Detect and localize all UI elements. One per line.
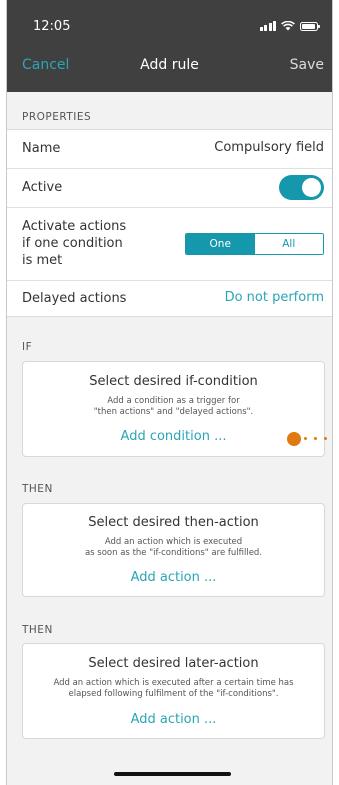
active-row: Active bbox=[7, 169, 332, 207]
then-desc-line-2: as soon as the "if-conditions" are fulfi… bbox=[84, 548, 263, 558]
if-desc-line-1: Add a condition as a trigger for bbox=[107, 396, 240, 406]
trail-dot-icon bbox=[314, 437, 317, 440]
add-then-action-link[interactable]: Add action ... bbox=[23, 570, 324, 585]
home-indicator[interactable] bbox=[114, 772, 231, 776]
trail-dot-icon bbox=[304, 437, 307, 440]
later-card-title: Select desired later-action bbox=[88, 656, 259, 671]
if-card-description: Add a condition as a trigger for "then a… bbox=[29, 396, 318, 418]
add-later-action-link[interactable]: Add action ... bbox=[23, 712, 324, 727]
if-card-title: Select desired if-condition bbox=[89, 374, 258, 389]
toggle-knob bbox=[302, 178, 321, 197]
active-label: Active bbox=[22, 180, 63, 195]
later-card-description: Add an action which is executed after a … bbox=[29, 678, 318, 700]
battery-icon bbox=[300, 22, 320, 31]
name-label: Name bbox=[22, 141, 61, 156]
then-action-card: Select desired then-action Add an action… bbox=[22, 503, 325, 597]
later-section-title: THEN bbox=[22, 624, 53, 636]
drag-handle-dot-icon[interactable] bbox=[287, 432, 301, 446]
later-desc-line-2: elapsed following fulfilment of the "if-… bbox=[68, 689, 279, 699]
then-card-title: Select desired then-action bbox=[88, 515, 259, 530]
properties-group: Name Compulsory field Active Activate ac… bbox=[7, 129, 332, 317]
if-section-title: IF bbox=[22, 341, 33, 353]
active-toggle[interactable] bbox=[279, 175, 324, 200]
activate-label-line-2: if one condition bbox=[22, 236, 123, 251]
trail-dot-icon bbox=[324, 437, 327, 440]
activate-label-line-1: Activate actions bbox=[22, 219, 127, 234]
name-row[interactable]: Name Compulsory field bbox=[7, 130, 332, 168]
then-section-title: THEN bbox=[22, 483, 53, 495]
signal-icon bbox=[259, 21, 276, 31]
activate-label-line-3: is met bbox=[22, 253, 63, 268]
activate-actions-row: Activate actions if one condition is met… bbox=[7, 208, 332, 280]
status-time: 12:05 bbox=[33, 19, 71, 34]
name-value: Compulsory field bbox=[214, 140, 324, 155]
later-desc-line-1: Add an action which is executed after a … bbox=[53, 678, 294, 688]
page-title: Add rule bbox=[140, 57, 199, 73]
save-button[interactable]: Save bbox=[290, 57, 324, 73]
if-condition-card: Select desired if-condition Add a condit… bbox=[22, 361, 325, 457]
status-icons bbox=[259, 21, 320, 31]
header-bar: 12:05 Cancel Add rule Save bbox=[7, 0, 332, 92]
condition-mode-segmented-control: One All bbox=[185, 233, 324, 255]
if-desc-line-2: "then actions" and "delayed actions". bbox=[93, 407, 254, 417]
activate-actions-label: Activate actions if one condition is met bbox=[22, 218, 126, 269]
properties-section-title: PROPERTIES bbox=[22, 111, 92, 123]
segment-one[interactable]: One bbox=[186, 234, 255, 254]
then-card-description: Add an action which is executed as soon … bbox=[29, 537, 318, 559]
delayed-actions-label: Delayed actions bbox=[22, 291, 127, 306]
later-action-card: Select desired later-action Add an actio… bbox=[22, 643, 325, 739]
delayed-actions-row[interactable]: Delayed actions Do not perform bbox=[7, 281, 332, 317]
then-desc-line-1: Add an action which is executed bbox=[104, 537, 243, 547]
wifi-icon bbox=[281, 21, 295, 31]
add-condition-link[interactable]: Add condition ... bbox=[23, 429, 324, 444]
phone-screen: 12:05 Cancel Add rule Save PROPERTIES Na… bbox=[6, 0, 333, 785]
delayed-actions-value[interactable]: Do not perform bbox=[225, 290, 324, 305]
segment-all[interactable]: All bbox=[254, 234, 323, 254]
